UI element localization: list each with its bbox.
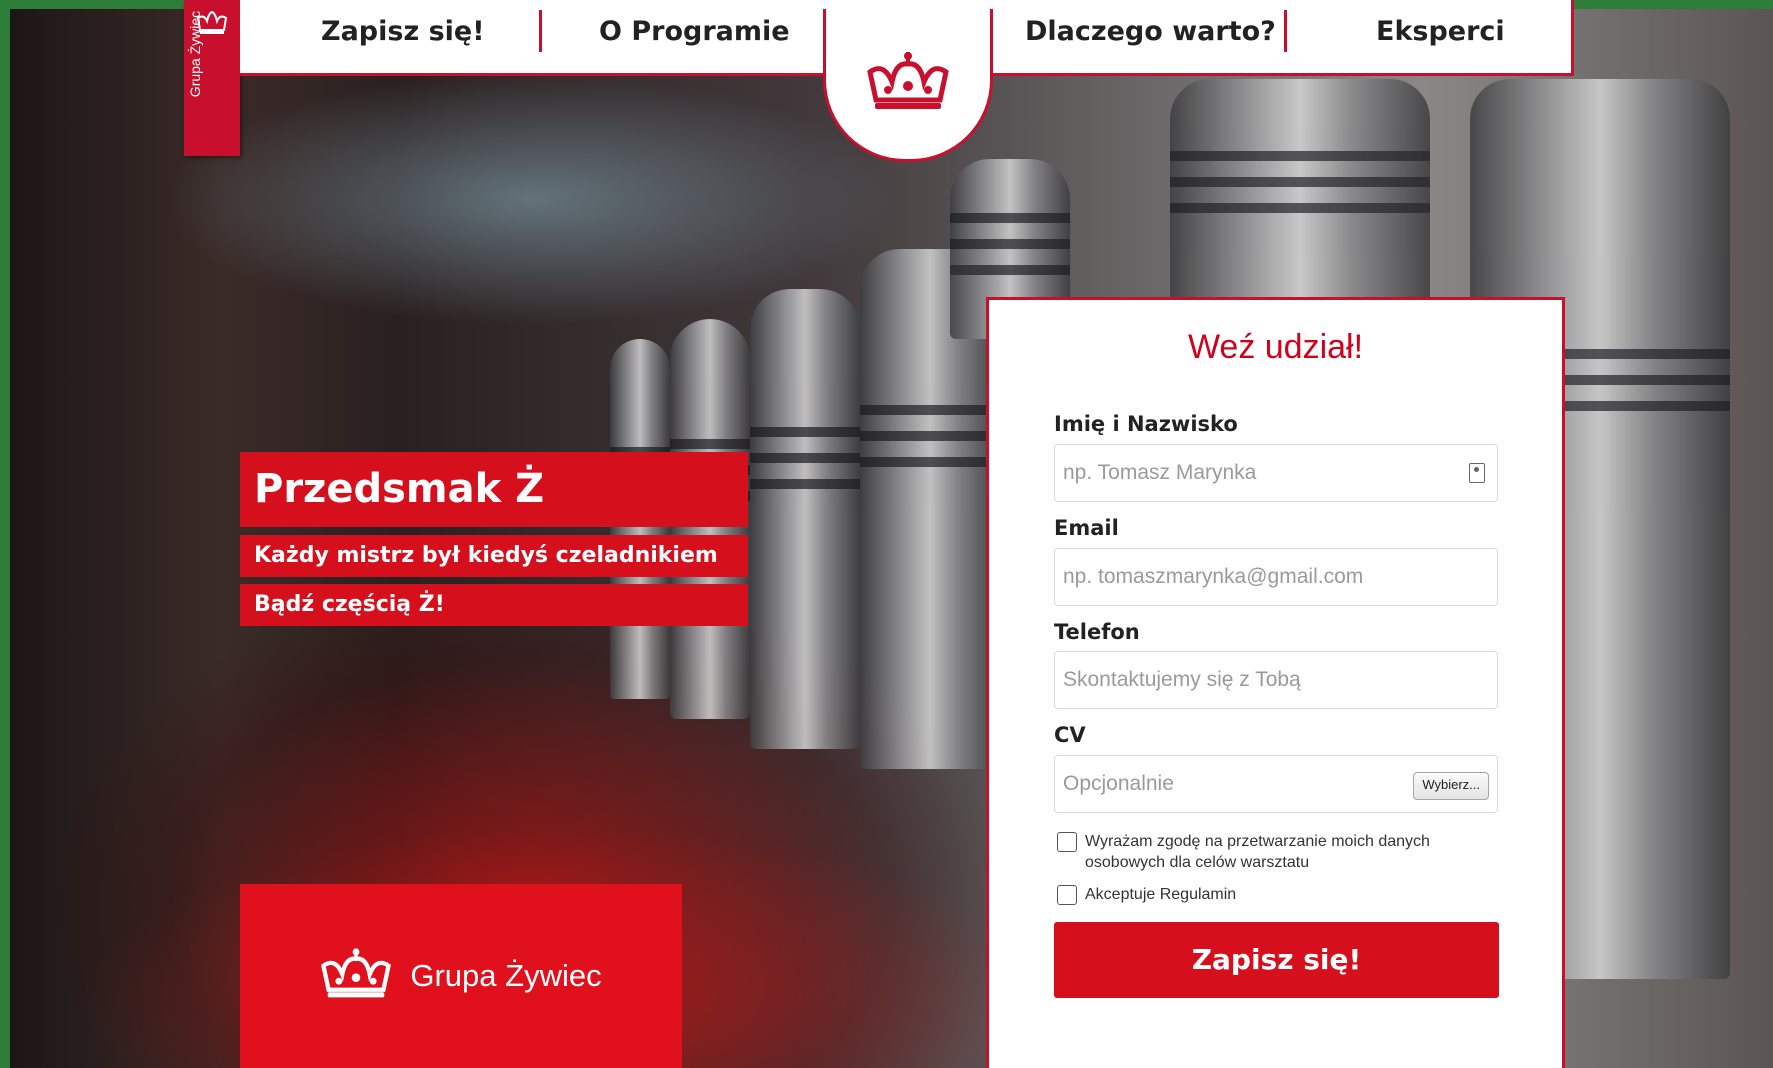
hero-subtitle: Każdy mistrz był kiedyś czeladnikiem [240,535,748,577]
brand-side-tag[interactable]: Grupa Żywiec [184,0,240,156]
crown-icon [867,52,949,109]
email-label: Email [1054,516,1119,540]
terms-row: Akceptuje Regulamin [1057,884,1236,905]
crown-icon [321,948,392,998]
consent-row: Wyrażam zgodę na przetwarzanie moich dan… [1057,831,1477,873]
tank [1170,79,1430,319]
cv-browse-button[interactable]: Wybierz... [1413,772,1489,800]
hero-tagline: Bądź częścią Ż! [240,584,748,626]
cv-file-input[interactable]: Opcjonalnie Wybierz... [1054,755,1498,813]
terms-checkbox[interactable] [1057,885,1077,905]
brand-logo-text: Grupa Żywiec [410,958,602,993]
email-placeholder: np. tomaszmarynka@gmail.com [1063,565,1364,588]
tank [750,289,860,749]
nav-link-signup[interactable]: Zapisz się! [321,16,485,47]
hero-title: Przedsmak Ż [240,452,748,527]
name-input[interactable]: np. Tomasz Marynka [1054,444,1498,502]
home-crown-logo[interactable] [823,9,993,162]
name-placeholder: np. Tomasz Marynka [1063,461,1257,484]
phone-placeholder: Skontaktujemy się z Tobą [1063,668,1301,691]
phone-input[interactable]: Skontaktujemy się z Tobą [1054,651,1498,709]
nav-link-why[interactable]: Dlaczego warto? [1025,16,1276,47]
form-heading: Weź udział! [1187,328,1364,366]
brand-side-tag-label: Grupa Żywiec [187,10,203,98]
submit-button[interactable]: Zapisz się! [1054,922,1499,998]
nav-link-about[interactable]: O Programie [599,16,790,47]
nav-divider [539,10,542,52]
cv-placeholder: Opcjonalnie [1063,772,1174,795]
contact-card-icon[interactable] [1469,463,1485,483]
brand-logo: Grupa Żywiec [240,884,682,1068]
nav-divider [1284,10,1287,52]
terms-text: Akceptuje Regulamin [1085,886,1237,903]
phone-label: Telefon [1054,620,1140,644]
name-label: Imię i Nazwisko [1054,412,1238,436]
consent-checkbox[interactable] [1057,832,1077,852]
email-input[interactable]: np. tomaszmarynka@gmail.com [1054,548,1498,606]
signup-form: Weź udział! Imię i Nazwisko np. Tomasz M… [986,297,1565,1068]
consent-text: Wyrażam zgodę na przetwarzanie moich dan… [1085,833,1430,871]
nav-link-experts[interactable]: Eksperci [1376,16,1505,47]
cv-label: CV [1054,723,1086,747]
